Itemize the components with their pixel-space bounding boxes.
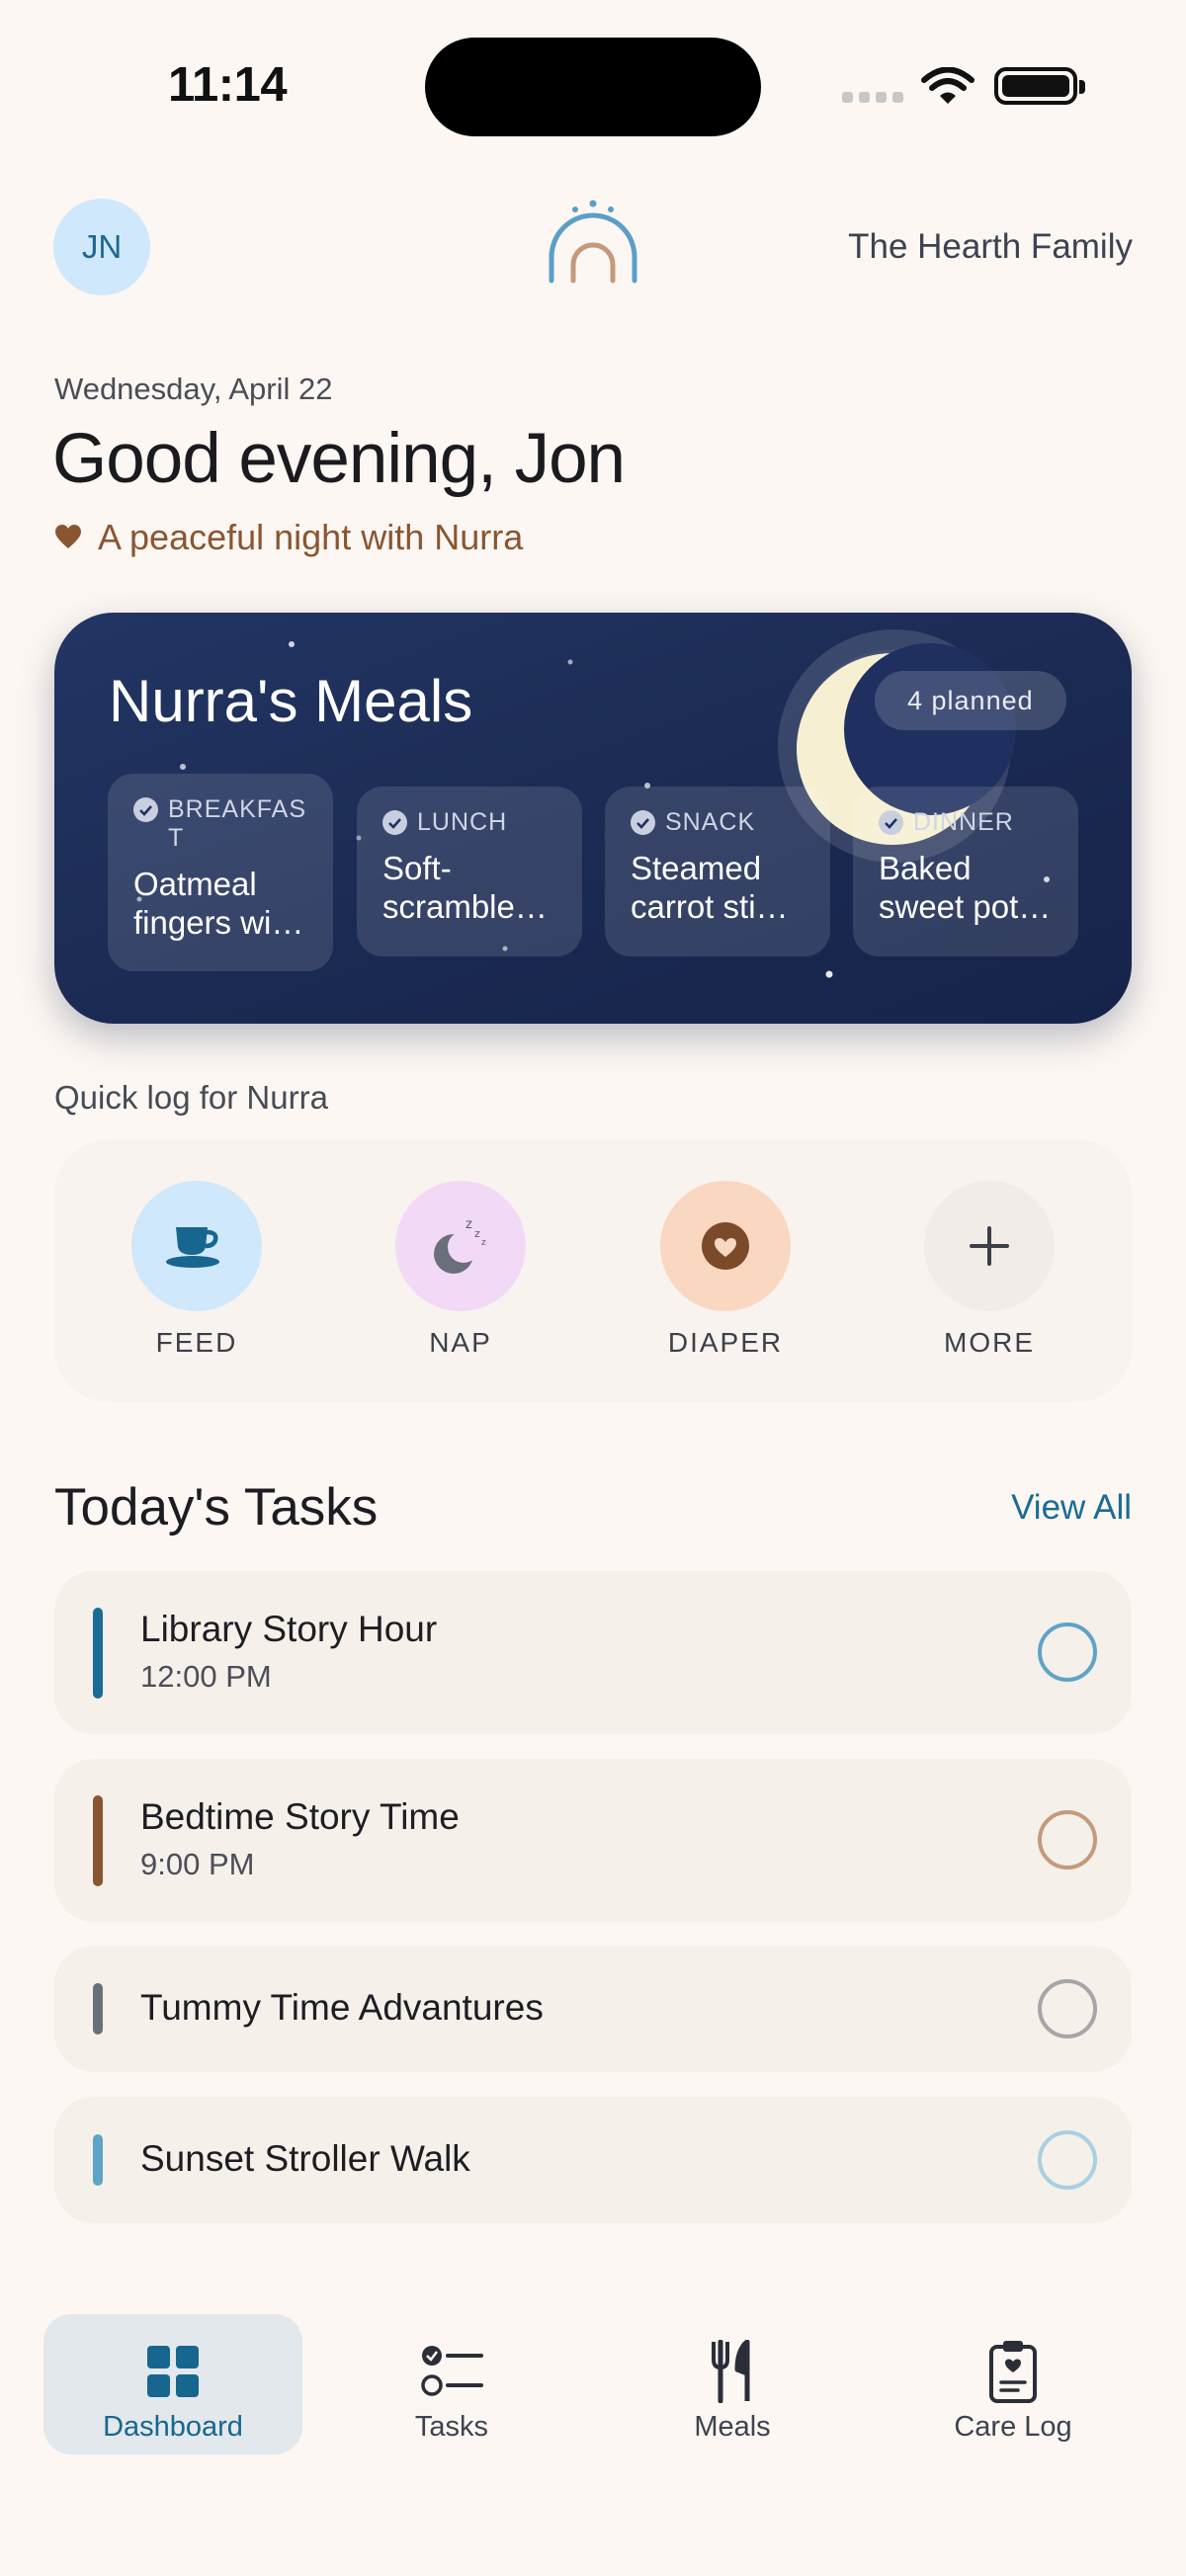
svg-text:z: z — [481, 1238, 486, 1248]
battery-icon — [994, 67, 1085, 105]
greeting-subtitle: A peaceful night with Nurra — [54, 517, 523, 558]
meal-name: Soft-scramble… — [382, 850, 548, 925]
quick-log-label: FEED — [155, 1327, 238, 1358]
task-item[interactable]: Bedtime Story Time 9:00 PM — [54, 1759, 1132, 1922]
check-icon — [631, 810, 655, 835]
meal-label: BREAKFAST — [168, 795, 306, 852]
subtitle-text: A peaceful night with Nurra — [98, 517, 524, 557]
check-icon — [133, 797, 158, 822]
meal-tile-lunch[interactable]: LUNCH Soft-scramble… — [357, 787, 582, 956]
task-item[interactable]: Sunset Stroller Walk — [54, 2097, 1132, 2223]
meal-name: Steamed carrot sti… — [631, 850, 789, 925]
quick-log-label: MORE — [944, 1327, 1035, 1358]
check-icon — [879, 810, 903, 835]
nav-label: Tasks — [414, 2411, 489, 2443]
dynamic-island — [425, 38, 761, 136]
meal-label: SNACK — [665, 808, 756, 836]
nav-label: Meals — [694, 2411, 771, 2443]
quick-log-label: DIAPER — [667, 1327, 784, 1358]
tasks-section-title: Today's Tasks — [54, 1478, 379, 1537]
task-accent-bar — [93, 1795, 103, 1886]
heart-icon — [660, 1181, 791, 1311]
meal-tile-snack[interactable]: SNACK Steamed carrot sti… — [605, 787, 830, 956]
task-title: Library Story Hour — [140, 1609, 438, 1649]
clipboard-heart-icon — [988, 2341, 1038, 2403]
wifi-icon — [921, 66, 974, 112]
svg-text:z: z — [466, 1217, 472, 1232]
check-icon — [382, 810, 407, 835]
nav-tasks[interactable]: Tasks — [322, 2314, 581, 2454]
nav-dashboard[interactable]: Dashboard — [43, 2314, 302, 2454]
task-item[interactable]: Tummy Time Advantures — [54, 1946, 1132, 2072]
quick-log-feed-button[interactable]: FEED — [108, 1181, 286, 1359]
quick-log-title: Quick log for Nurra — [54, 1079, 328, 1116]
task-title: Tummy Time Advantures — [140, 1987, 544, 2028]
task-accent-bar — [93, 2134, 103, 2186]
task-accent-bar — [93, 1983, 103, 2035]
plus-icon — [924, 1181, 1055, 1311]
app-logo-icon — [542, 198, 644, 291]
cup-icon — [131, 1181, 262, 1311]
avatar[interactable]: JN — [53, 199, 150, 295]
task-time: 9:00 PM — [140, 1847, 255, 1881]
quick-log-label: NAP — [429, 1327, 492, 1358]
nav-label: Dashboard — [103, 2411, 243, 2443]
task-checkbox[interactable] — [1038, 2130, 1097, 2190]
cellular-signal-icon — [842, 92, 903, 103]
task-item[interactable]: Library Story Hour 12:00 PM — [54, 1571, 1132, 1734]
task-checkbox[interactable] — [1038, 1622, 1097, 1682]
view-all-link[interactable]: View All — [1011, 1488, 1132, 1528]
quick-log-diaper-button[interactable]: DIAPER — [636, 1181, 814, 1359]
nav-care-log[interactable]: Care Log — [884, 2314, 1143, 2454]
status-bar: 11:14 — [0, 0, 1186, 168]
svg-text:z: z — [474, 1227, 480, 1240]
grid-icon — [147, 2342, 199, 2401]
quick-log-nap-button[interactable]: z z z NAP — [372, 1181, 550, 1359]
meal-name: Baked sweet pot… — [879, 850, 1052, 925]
nav-meals[interactable]: Meals — [603, 2314, 862, 2454]
task-checkbox[interactable] — [1038, 1810, 1097, 1870]
meal-label: LUNCH — [417, 808, 508, 836]
meals-planned-badge: 4 planned — [875, 671, 1066, 730]
greeting-title: Good evening, Jon — [52, 420, 626, 498]
meal-tile-breakfast[interactable]: BREAKFAST Oatmeal fingers wi… — [108, 774, 333, 971]
family-name[interactable]: The Hearth Family — [848, 227, 1133, 267]
nav-label: Care Log — [954, 2411, 1072, 2443]
quick-log-panel: FEED z z z NAP DIAPER MORE — [54, 1139, 1132, 1402]
fork-knife-icon — [710, 2340, 755, 2403]
task-title: Sunset Stroller Walk — [140, 2138, 470, 2179]
meal-label: DINNER — [913, 808, 1014, 836]
bottom-navigation: Dashboard Tasks Meals Care Log — [0, 2302, 1186, 2500]
task-accent-bar — [93, 1608, 103, 1699]
task-checkbox[interactable] — [1038, 1979, 1097, 2038]
quick-log-more-button[interactable]: MORE — [900, 1181, 1078, 1359]
meals-title: Nurra's Meals — [109, 668, 473, 734]
meals-card[interactable]: Nurra's Meals 4 planned BREAKFAST Oatmea… — [54, 613, 1132, 1024]
current-date: Wednesday, April 22 — [54, 372, 333, 406]
checklist-icon — [420, 2342, 483, 2401]
status-time: 11:14 — [168, 58, 288, 112]
moon-zzz-icon: z z z — [395, 1181, 526, 1311]
task-title: Bedtime Story Time — [140, 1796, 460, 1837]
heart-icon — [54, 517, 82, 558]
task-time: 12:00 PM — [140, 1659, 272, 1694]
meal-name: Oatmeal fingers wi… — [133, 866, 304, 941]
meal-tile-dinner[interactable]: DINNER Baked sweet pot… — [853, 787, 1078, 956]
